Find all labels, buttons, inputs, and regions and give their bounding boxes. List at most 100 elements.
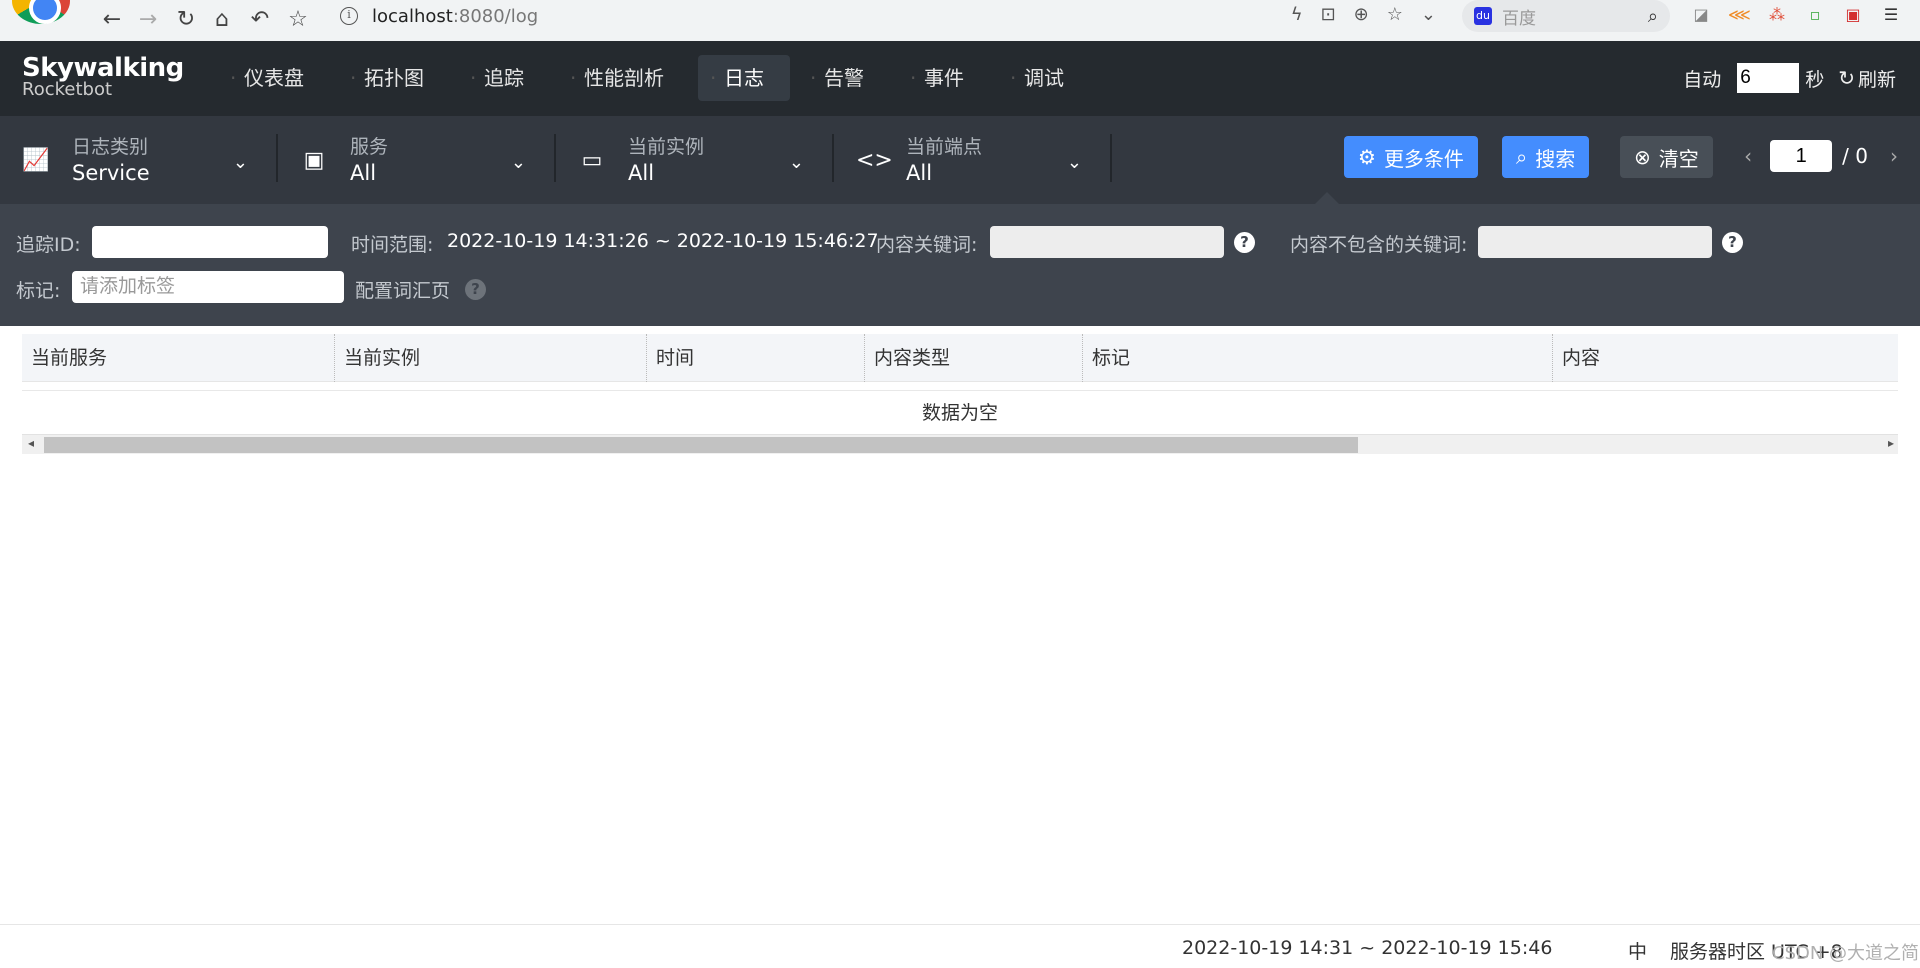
address-bar[interactable]: i localhost:8080/log ϟ ⊡ ⊕ ☆ ⌄ [328, 0, 1450, 32]
log-category-label: 日志类别 [72, 136, 149, 158]
pagination: ‹ / 0 › [1736, 140, 1906, 172]
app-header: Skywalking Rocketbot 仪表盘 拓扑图 追踪 性能剖析 日志 … [0, 41, 1920, 116]
instance-label: 当前实例 [628, 136, 705, 158]
browser-menu-icon[interactable]: ☰ [1880, 4, 1902, 26]
page-total: / 0 [1842, 144, 1868, 168]
bookmark-star-icon[interactable]: ☆ [282, 3, 314, 35]
nav-item-profiling[interactable]: 性能剖析 [558, 55, 690, 101]
forward-icon[interactable]: → [132, 3, 164, 35]
nav-item-debug[interactable]: 调试 [998, 55, 1090, 101]
divider [832, 134, 834, 182]
more-conditions-panel: 追踪ID: 时间范围: 2022-10-19 14:31:26 ~ 2022-1… [0, 192, 1920, 326]
next-page-icon[interactable]: › [1882, 144, 1906, 168]
search-icon: ⌕ [1516, 145, 1528, 169]
nav-item-log[interactable]: 日志 [698, 55, 790, 101]
reload-icon[interactable]: ↻ [170, 3, 202, 35]
extension-square-icon[interactable]: ◪ [1690, 4, 1712, 26]
extension-share-icon[interactable]: ⋘ [1728, 4, 1751, 26]
log-filter-bar: 📈 日志类别 Service ⌄ ▣ 服务 All ⌄ ▭ 当前实例 All ⌄… [0, 116, 1920, 204]
watermark: CSDN @大道之简 [1772, 943, 1920, 964]
clear-button[interactable]: ⊗ 清空 [1620, 136, 1713, 178]
gear-icon: ⚙ [1358, 145, 1376, 169]
table-header: 当前服务 当前实例 时间 内容类型 标记 内容 [22, 334, 1898, 382]
browser-search-box[interactable]: du 百度 ⌕ [1462, 0, 1670, 32]
column-header-content: 内容 [1562, 347, 1601, 369]
nav-item-alarm[interactable]: 告警 [798, 55, 890, 101]
endpoint-selector[interactable]: <> 当前端点 All ⌄ [856, 132, 1082, 192]
browser-search-placeholder: 百度 [1502, 8, 1536, 29]
extension-pdf-icon[interactable]: ▣ [1842, 4, 1864, 26]
scroll-left-icon[interactable]: ◂ [28, 436, 34, 450]
help-icon[interactable]: ? [1722, 232, 1743, 253]
clear-label: 清空 [1658, 146, 1699, 171]
scroll-right-icon[interactable]: ▸ [1888, 436, 1894, 450]
extension-green-icon[interactable]: ▫ [1804, 4, 1826, 26]
chevron-down-icon: ⌄ [788, 152, 804, 173]
tags-input[interactable] [72, 271, 344, 303]
help-icon[interactable]: ? [1234, 232, 1255, 253]
keywords-input[interactable] [990, 226, 1224, 258]
refresh-icon: ↻ [1838, 66, 1855, 90]
nav-item-topology[interactable]: 拓扑图 [338, 55, 450, 101]
chevron-down-icon: ⌄ [1066, 152, 1082, 173]
back-icon[interactable]: ← [96, 3, 128, 35]
home-icon[interactable]: ⌂ [206, 3, 238, 35]
skywalking-logo[interactable]: Skywalking Rocketbot [22, 53, 184, 100]
site-info-icon[interactable]: i [340, 7, 358, 25]
extension-network-icon[interactable]: ⁂ [1766, 4, 1788, 26]
footer: 2022-10-19 14:31 ~ 2022-10-19 15:46 中 服务… [0, 924, 1920, 968]
trace-id-input[interactable] [92, 226, 328, 258]
refresh-label: 刷新 [1857, 68, 1896, 91]
zoom-icon[interactable]: ⊕ [1354, 4, 1369, 25]
browser-toolbar: ← → ↻ ⌂ ↶ ☆ i localhost:8080/log ϟ ⊡ ⊕ ☆… [0, 0, 1920, 41]
instance-value: All [628, 161, 655, 185]
config-vocabulary-link[interactable]: 配置词汇页 [355, 276, 450, 303]
empty-state: 数据为空 [22, 390, 1898, 434]
translate-icon[interactable]: ⊡ [1321, 4, 1336, 25]
service-label: 服务 [350, 136, 389, 158]
instance-selector[interactable]: ▭ 当前实例 All ⌄ [578, 132, 804, 192]
undo-icon[interactable]: ↶ [244, 3, 276, 35]
auto-refresh-interval-input[interactable] [1737, 63, 1800, 93]
close-circle-icon: ⊗ [1634, 145, 1651, 169]
more-conditions-button[interactable]: ⚙ 更多条件 [1344, 136, 1478, 178]
exclude-keywords-input[interactable] [1478, 226, 1712, 258]
help-icon[interactable]: ? [465, 279, 486, 300]
more-conditions-label: 更多条件 [1383, 146, 1464, 171]
briefcase-icon: ▣ [303, 148, 325, 173]
horizontal-scrollbar[interactable]: ◂ ▸ [22, 434, 1898, 454]
auto-refresh-controls: 自动 秒 ↻ 刷新 [1683, 63, 1896, 93]
trace-id-label: 追踪ID: [16, 234, 81, 256]
url-text[interactable]: localhost:8080/log [372, 6, 538, 27]
panel-caret [1315, 192, 1339, 204]
log-category-selector[interactable]: 📈 日志类别 Service ⌄ [22, 132, 248, 192]
nav-item-trace[interactable]: 追踪 [458, 55, 550, 101]
search-button[interactable]: ⌕ 搜索 [1502, 136, 1590, 178]
column-header-service: 当前服务 [22, 334, 335, 382]
language-toggle[interactable]: 中 [1628, 937, 1647, 964]
baidu-icon: du [1474, 7, 1492, 25]
service-selector[interactable]: ▣ 服务 All ⌄ [300, 132, 526, 192]
tags-label: 标记: [16, 280, 61, 302]
star-icon[interactable]: ☆ [1387, 4, 1403, 25]
column-header-content-type: 内容类型 [865, 334, 1083, 382]
time-range-value[interactable]: 2022-10-19 14:31:26 ~ 2022-10-19 15:46:2… [447, 230, 879, 252]
footer-time-range[interactable]: 2022-10-19 14:31 ~ 2022-10-19 15:46 [1182, 937, 1552, 959]
keywords-label: 内容关键词: [876, 234, 978, 256]
laptop-icon: ▭ [581, 148, 603, 173]
column-header-time: 时间 [647, 334, 865, 382]
refresh-button[interactable]: ↻ 刷新 [1838, 65, 1896, 92]
endpoint-label: 当前端点 [906, 136, 983, 158]
scrollbar-thumb[interactable] [44, 437, 1358, 453]
search-icon[interactable]: ⌕ [1648, 6, 1658, 27]
prev-page-icon[interactable]: ‹ [1736, 144, 1760, 168]
column-header-instance: 当前实例 [335, 334, 647, 382]
address-bar-actions: ϟ ⊡ ⊕ ☆ ⌄ [1291, 4, 1436, 25]
nav-item-event[interactable]: 事件 [898, 55, 990, 101]
log-table: 当前服务 当前实例 时间 内容类型 标记 内容 数据为空 ◂ ▸ [22, 334, 1898, 454]
chevron-down-icon[interactable]: ⌄ [1421, 4, 1436, 25]
lightning-icon[interactable]: ϟ [1291, 4, 1303, 25]
nav-item-dashboard[interactable]: 仪表盘 [218, 55, 330, 101]
page-number-input[interactable] [1770, 140, 1833, 172]
log-category-value: Service [72, 161, 150, 185]
